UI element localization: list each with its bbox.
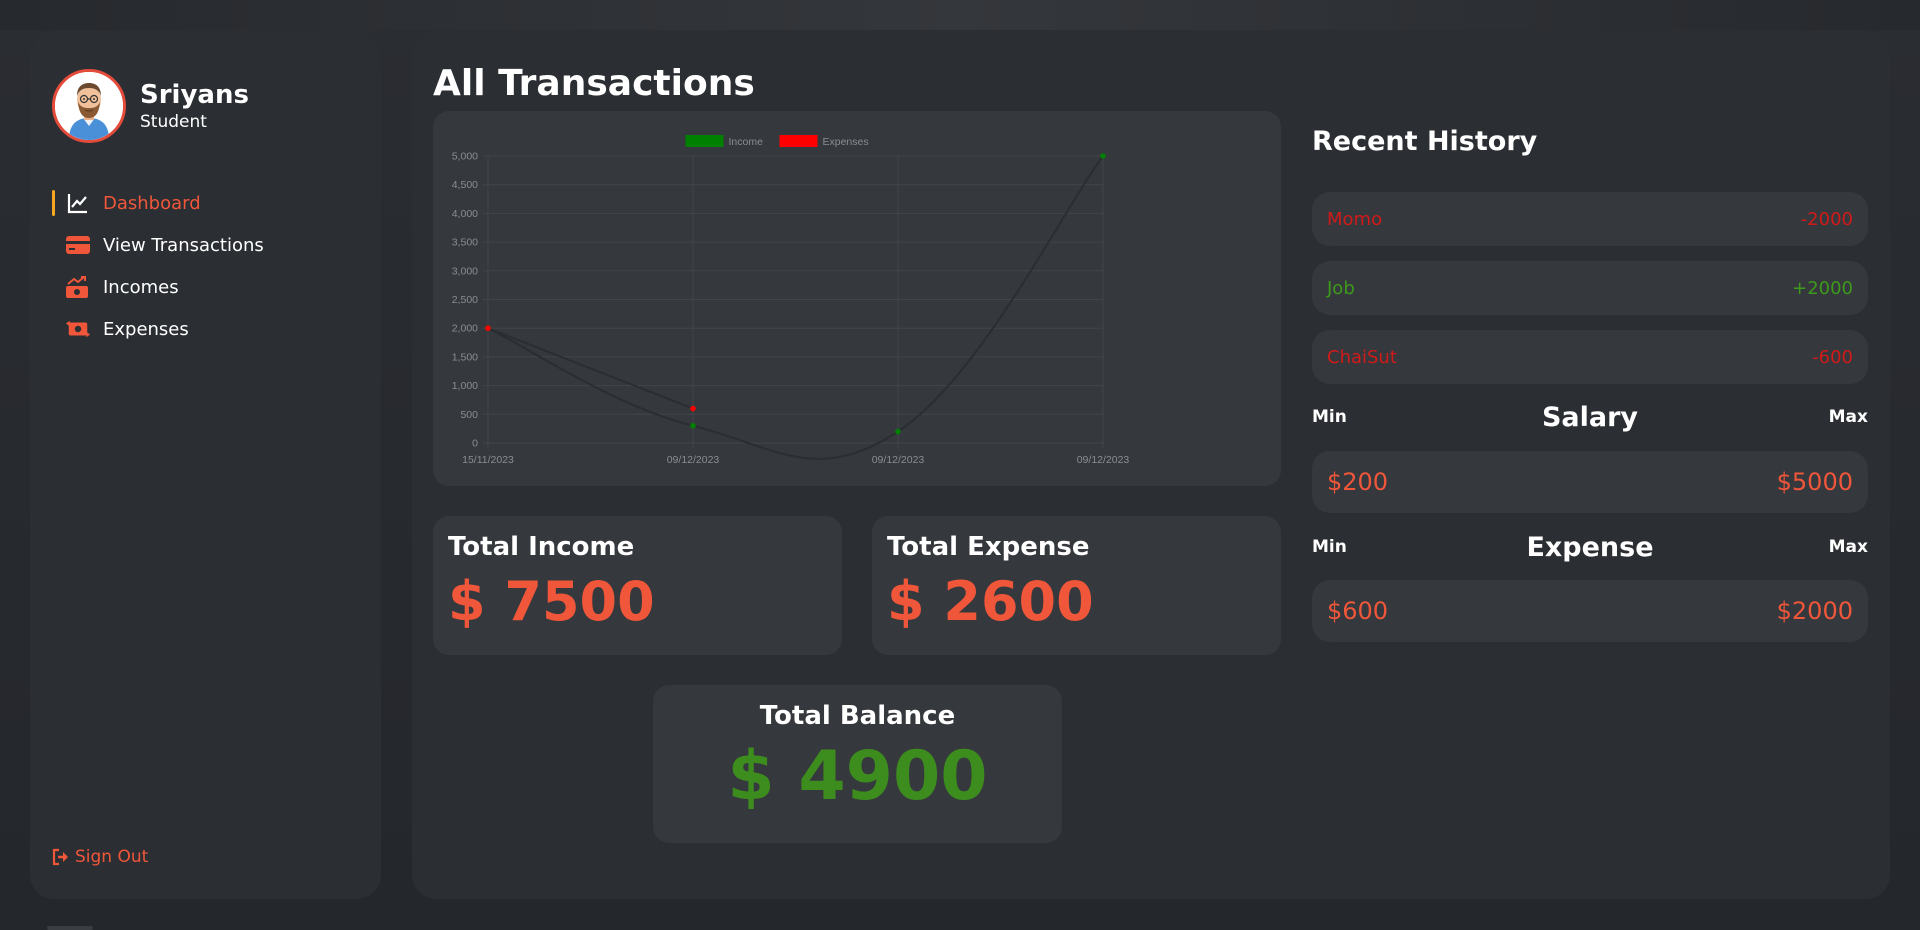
user-name: Sriyans (140, 80, 249, 110)
page-title: All Transactions (433, 63, 755, 104)
history-item-amount: -2000 (1800, 208, 1853, 230)
salary-min-value: $200 (1327, 468, 1389, 496)
avatar-illustration-icon (55, 72, 123, 140)
total-balance-title: Total Balance (759, 701, 956, 731)
history-item[interactable]: Momo -2000 (1312, 192, 1868, 246)
sidebar-item-label: Incomes (103, 276, 179, 298)
y-tick-label: 4,000 (452, 208, 478, 220)
money-bill-transfer-icon (66, 317, 90, 341)
sign-out-button[interactable]: Sign Out (52, 847, 148, 867)
data-point (1100, 153, 1106, 159)
y-tick-label: 3,500 (452, 237, 478, 249)
user-profile: Sriyans Student (52, 69, 249, 143)
sidebar-item-expenses[interactable]: Expenses (52, 315, 264, 343)
total-expense-value: $ 2600 (887, 570, 1094, 633)
salary-range-box: $200 $5000 (1312, 451, 1868, 513)
y-tick-label: 1,500 (452, 351, 478, 363)
history-item-amount: -600 (1812, 346, 1853, 368)
y-tick-label: 2,500 (452, 294, 478, 306)
money-bill-trend-icon (66, 275, 90, 299)
data-point (690, 405, 696, 412)
legend-label: Income (729, 136, 764, 148)
horizontal-scrollbar[interactable] (47, 926, 93, 930)
sidebar-nav: Dashboard View Transactions Incomes Expe… (52, 189, 264, 357)
legend-label: Expenses (823, 136, 869, 148)
x-tick-label: 09/12/2023 (667, 454, 720, 466)
sign-out-label: Sign Out (75, 847, 149, 867)
total-balance-value: $ 4900 (727, 737, 988, 816)
data-point (690, 422, 696, 429)
sidebar-item-label: View Transactions (103, 234, 264, 256)
history-item-name: Job (1327, 277, 1355, 299)
y-tick-label: 0 (472, 438, 478, 450)
main-panel: All Transactions 0 500 1,000 1,500 2,000 2,50… (412, 31, 1890, 899)
history-item-name: ChaiSut (1327, 346, 1397, 368)
total-income-title: Total Income (448, 532, 635, 562)
total-income-card: Total Income $ 7500 (433, 516, 842, 655)
salary-range-header: Min Salary Max (1312, 399, 1868, 435)
series-line (487, 155, 1104, 460)
salary-max-value: $5000 (1776, 468, 1853, 496)
y-tick-label: 500 (460, 409, 478, 421)
data-point (895, 428, 901, 435)
user-role: Student (140, 112, 207, 132)
total-income-value: $ 7500 (448, 570, 655, 633)
salary-range-title: Salary (1541, 401, 1639, 433)
y-tick-label: 3,000 (452, 265, 478, 277)
expense-max-value: $2000 (1776, 597, 1853, 625)
sidebar-item-label: Expenses (103, 318, 189, 340)
series-line (487, 327, 694, 410)
y-tick-label: 4,500 (452, 179, 478, 191)
y-tick-label: 5,000 (452, 151, 478, 163)
line-chart: 0 500 1,000 1,500 2,000 2,500 3,000 3,500 4,000 4… (452, 135, 1130, 466)
x-tick-label: 09/12/2023 (1077, 454, 1130, 466)
sidebar-item-view-transactions[interactable]: View Transactions (52, 231, 264, 259)
legend-swatch (779, 135, 818, 147)
active-indicator (52, 190, 55, 216)
history-item[interactable]: Job +2000 (1312, 261, 1868, 315)
x-tick-label: 15/11/2023 (462, 454, 514, 466)
top-bar (0, 0, 1920, 30)
total-expense-title: Total Expense (887, 532, 1090, 562)
sidebar: Sriyans Student Dashboard View Transacti… (30, 31, 381, 899)
legend-swatch (685, 135, 724, 147)
history-item[interactable]: ChaiSut -600 (1312, 330, 1868, 384)
sign-out-icon (52, 848, 70, 866)
data-point (485, 325, 491, 331)
history-item-name: Momo (1327, 208, 1383, 230)
chart-line-icon (66, 191, 90, 215)
expense-range-title: Expense (1526, 531, 1654, 563)
total-expense-card: Total Expense $ 2600 (872, 516, 1281, 655)
expense-range-box: $600 $2000 (1312, 580, 1868, 642)
transactions-chart: 0 500 1,000 1,500 2,000 2,500 3,000 3,500 4,000 4… (433, 111, 1281, 486)
history-item-amount: +2000 (1792, 277, 1853, 299)
expense-min-value: $600 (1327, 597, 1389, 625)
sidebar-item-label: Dashboard (103, 192, 201, 214)
x-tick-label: 09/12/2023 (872, 454, 925, 466)
expense-range-header: Min Expense Max (1312, 529, 1868, 565)
y-tick-label: 2,000 (452, 323, 478, 335)
total-balance-card: Total Balance $ 4900 (653, 685, 1062, 843)
y-tick-label: 1,000 (452, 380, 478, 392)
sidebar-item-dashboard[interactable]: Dashboard (52, 189, 264, 217)
recent-history-title: Recent History (1312, 126, 1538, 157)
credit-card-icon (66, 233, 90, 257)
sidebar-item-incomes[interactable]: Incomes (52, 273, 264, 301)
avatar (52, 69, 126, 143)
